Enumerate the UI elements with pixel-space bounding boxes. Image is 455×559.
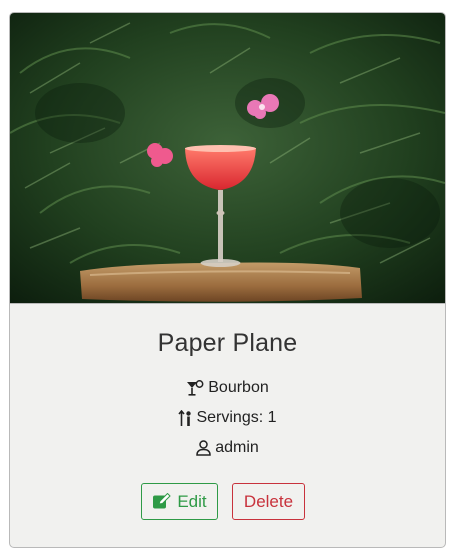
edit-button[interactable]: Edit xyxy=(141,483,218,520)
servings-label: Servings: 1 xyxy=(196,409,277,426)
servings-icon xyxy=(178,409,192,426)
cocktail-icon xyxy=(187,379,204,396)
author-label: admin xyxy=(215,439,259,456)
edit-icon xyxy=(153,493,172,509)
recipe-title: Paper Plane xyxy=(157,329,298,357)
recipe-author: admin xyxy=(10,439,445,457)
delete-label: Delete xyxy=(243,491,294,511)
recipe-card: Paper Plane Bourbon Servings: 1 admin Ed… xyxy=(9,12,446,548)
spirit-label: Bourbon xyxy=(208,379,269,396)
user-icon xyxy=(196,440,211,456)
cocktail-photo xyxy=(10,13,445,303)
edit-label: Edit xyxy=(177,491,207,511)
recipe-servings: Servings: 1 xyxy=(10,409,445,427)
delete-button[interactable]: Delete xyxy=(232,483,305,520)
card-divider xyxy=(10,303,445,304)
recipe-spirit: Bourbon xyxy=(10,379,445,397)
